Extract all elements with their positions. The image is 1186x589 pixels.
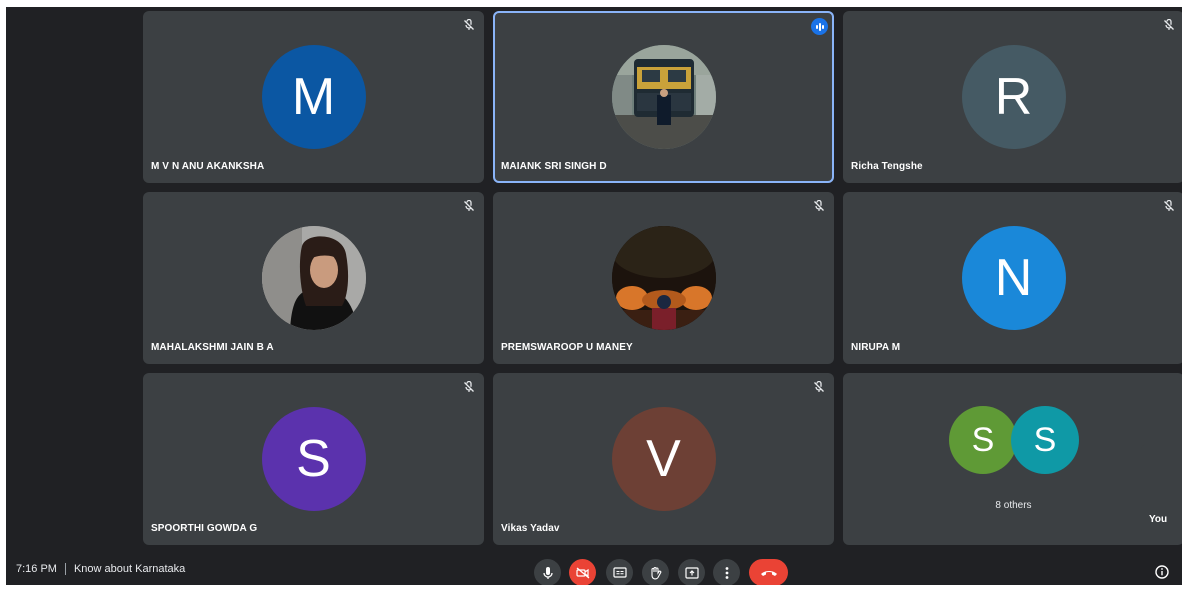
avatar: N	[961, 226, 1066, 330]
others-tile[interactable]: S S 8 others	[843, 373, 1182, 545]
divider	[64, 563, 66, 575]
other-avatar: S	[949, 406, 1017, 474]
participant-tile[interactable]: S SPOORTHI GOWDA G	[143, 373, 484, 545]
raise-hand-icon	[651, 566, 662, 579]
bottom-bar: 7:16 PM Know about Karnataka	[6, 555, 1182, 585]
mic-muted-icon	[814, 381, 824, 392]
mic-muted-icon	[1164, 200, 1174, 211]
participant-name: PREMSWAROOP U MANEY	[501, 342, 633, 353]
info-icon[interactable]	[1155, 565, 1169, 579]
mic-button[interactable]	[534, 559, 561, 585]
raise-hand-button[interactable]	[642, 559, 669, 585]
participant-name: NIRUPA M	[851, 342, 901, 353]
present-button[interactable]	[678, 559, 705, 585]
present-icon	[684, 566, 699, 579]
night-photo	[611, 226, 716, 330]
avatar: R	[961, 45, 1066, 149]
others-count: 8 others	[995, 500, 1032, 511]
avatar: S	[261, 407, 366, 511]
participant-name: M V N ANU AKANKSHA	[151, 161, 265, 172]
mic-muted-icon	[464, 200, 474, 211]
more-options-icon	[725, 566, 728, 579]
end-call-icon	[760, 570, 777, 576]
participant-name: Richa Tengshe	[851, 161, 923, 172]
participant-tile[interactable]: PREMSWAROOP U MANEY	[493, 192, 834, 364]
train-photo	[611, 45, 716, 149]
captions-icon	[612, 567, 627, 578]
more-options-button[interactable]	[713, 559, 740, 585]
participant-name: SPOORTHI GOWDA G	[151, 523, 258, 534]
participant-name: Vikas Yadav	[501, 523, 560, 534]
camera-off-icon	[575, 567, 589, 578]
speaking-indicator-icon	[811, 18, 828, 35]
mic-muted-icon	[464, 381, 474, 392]
meeting-title: Know about Karnataka	[73, 563, 186, 575]
mic-muted-icon	[814, 200, 824, 211]
captions-button[interactable]	[606, 559, 633, 585]
mic-muted-icon	[464, 19, 474, 30]
meeting-time: 7:16 PM	[16, 563, 57, 575]
avatar: V	[611, 407, 716, 511]
participant-tile[interactable]: R Richa Tengshe	[843, 11, 1182, 183]
camera-button[interactable]	[569, 559, 596, 585]
participant-tile[interactable]: N NIRUPA M	[843, 192, 1182, 364]
participant-name: MAHALAKSHMI JAIN B A	[151, 342, 274, 353]
participant-tile-active-speaker[interactable]: MAIANK SRI SINGH D	[493, 11, 834, 183]
self-label: You	[1149, 514, 1168, 525]
participant-tile[interactable]: MAHALAKSHMI JAIN B A	[143, 192, 484, 364]
portrait-photo	[261, 226, 366, 330]
avatar: M	[261, 45, 366, 149]
meet-window: M M V N ANU AKANKSHA MAIANK SRI SINGH D	[6, 7, 1182, 585]
participant-name: MAIANK SRI SINGH D	[501, 161, 607, 172]
mic-muted-icon	[1164, 19, 1174, 30]
self-view-tile[interactable]: You	[1141, 444, 1182, 534]
other-avatar: S	[1011, 406, 1079, 474]
mic-icon	[542, 566, 553, 579]
participant-tile[interactable]: V Vikas Yadav	[493, 373, 834, 545]
participant-tile[interactable]: M M V N ANU AKANKSHA	[143, 11, 484, 183]
end-call-button[interactable]	[749, 559, 788, 585]
meeting-details: 7:16 PM Know about Karnataka	[16, 563, 185, 575]
